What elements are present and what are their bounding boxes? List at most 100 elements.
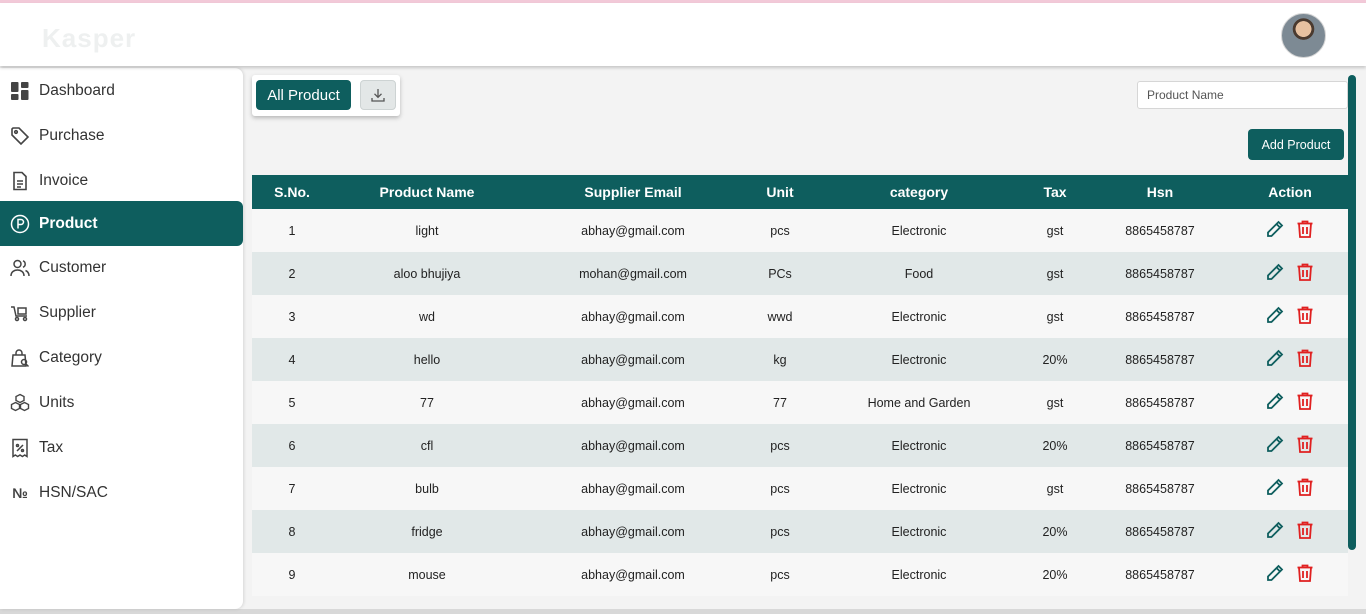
edit-button[interactable] [1265, 477, 1285, 497]
cell-sno: 3 [288, 309, 296, 324]
edit-button[interactable] [1265, 348, 1285, 368]
cell-action [1232, 510, 1348, 553]
cell-tax: 20% [1042, 567, 1068, 582]
cell-supplier-email: abhay@gmail.com [581, 395, 685, 410]
sidebar-item-label: Customer [39, 258, 107, 276]
delete-button[interactable] [1295, 348, 1315, 368]
table-row: 5 77 abhay@gmail.com 77 Home and Garden gst 88… [252, 381, 1348, 424]
horizontal-scrollbar[interactable] [0, 609, 1366, 614]
cell-product-name: aloo bhujiya [393, 266, 461, 281]
app-header: Kasper [0, 3, 1366, 66]
header-category: category [889, 184, 949, 200]
cell-unit: pcs [770, 567, 790, 582]
sidebar-item-supplier[interactable]: Supplier [0, 290, 243, 335]
cell-sno: 1 [288, 223, 296, 238]
cell-action [1232, 295, 1348, 338]
cell-product-name: wd [419, 309, 435, 324]
edit-button[interactable] [1265, 262, 1285, 282]
cell-tax: 20% [1042, 438, 1068, 453]
cell-hsn: 8865458787 [1125, 438, 1195, 453]
cell-tax: 20% [1042, 524, 1068, 539]
cell-unit: wwd [767, 309, 793, 324]
cell-unit: 77 [773, 395, 787, 410]
pencil-icon [1267, 263, 1284, 280]
cell-category: Food [904, 266, 934, 281]
pencil-icon [1267, 564, 1284, 581]
category-bag-icon [10, 348, 30, 368]
cell-unit: pcs [770, 438, 790, 453]
delete-button[interactable] [1295, 477, 1315, 497]
cell-supplier-email: abhay@gmail.com [581, 438, 685, 453]
tax-receipt-icon [10, 438, 30, 458]
edit-button[interactable] [1265, 391, 1285, 411]
cell-supplier-email: abhay@gmail.com [581, 567, 685, 582]
cell-supplier-email: abhay@gmail.com [581, 352, 685, 367]
trash-icon [1297, 564, 1313, 582]
cell-sno: 7 [288, 481, 296, 496]
cell-action [1232, 424, 1348, 467]
table-row: 9 mouse abhay@gmail.com pcs Electronic 20% 886… [252, 553, 1348, 596]
user-avatar[interactable] [1281, 13, 1326, 58]
invoice-icon [10, 171, 30, 191]
cell-action [1232, 338, 1348, 381]
delete-button[interactable] [1295, 520, 1315, 540]
sidebar-item-invoice[interactable]: Invoice [0, 158, 243, 203]
sidebar-item-dashboard[interactable]: Dashboard [0, 68, 243, 113]
cell-action [1232, 467, 1348, 510]
delete-button[interactable] [1295, 219, 1315, 239]
download-button[interactable] [360, 80, 396, 110]
cell-category: Electronic [891, 438, 947, 453]
sidebar-item-product[interactable]: Product [0, 201, 243, 246]
sidebar-item-label: Purchase [39, 126, 105, 144]
delete-button[interactable] [1295, 391, 1315, 411]
delete-button[interactable] [1295, 563, 1315, 583]
cell-sno: 5 [288, 395, 296, 410]
cell-unit: kg [773, 352, 787, 367]
delete-button[interactable] [1295, 434, 1315, 454]
cell-hsn: 8865458787 [1125, 567, 1195, 582]
cell-product-name: mouse [408, 567, 446, 582]
trash-icon [1297, 349, 1313, 367]
sidebar-item-hsn-sac[interactable]: № HSN/SAC [0, 470, 243, 515]
download-icon [371, 89, 385, 102]
add-product-button[interactable]: Add Product [1248, 129, 1344, 160]
sidebar-item-purchase[interactable]: Purchase [0, 113, 243, 158]
sidebar-item-customer[interactable]: Customer [0, 245, 243, 290]
sidebar: Dashboard Purchase Invoice Product Custo… [0, 68, 243, 609]
sidebar-item-tax[interactable]: Tax [0, 425, 243, 470]
cell-action [1232, 209, 1348, 252]
table-row: 6 cfl abhay@gmail.com pcs Electronic 20% 88654… [252, 424, 1348, 467]
sidebar-item-label: Invoice [39, 171, 89, 189]
delete-button[interactable] [1295, 305, 1315, 325]
tag-icon [10, 126, 30, 146]
edit-button[interactable] [1265, 305, 1285, 325]
cell-hsn: 8865458787 [1125, 266, 1195, 281]
vertical-scrollbar[interactable] [1348, 75, 1356, 550]
cell-hsn: 8865458787 [1125, 395, 1195, 410]
cell-hsn: 8865458787 [1125, 524, 1195, 539]
sidebar-item-units[interactable]: Units [0, 380, 243, 425]
product-search-input[interactable] [1137, 81, 1348, 109]
edit-button[interactable] [1265, 520, 1285, 540]
trash-icon [1297, 478, 1313, 496]
sidebar-item-label: Tax [39, 438, 64, 456]
sidebar-item-label: HSN/SAC [39, 483, 108, 501]
edit-button[interactable] [1265, 434, 1285, 454]
sidebar-item-category[interactable]: Category [0, 335, 243, 380]
delete-button[interactable] [1295, 262, 1315, 282]
cell-action [1232, 381, 1348, 424]
pencil-icon [1267, 478, 1284, 495]
cell-unit: pcs [770, 223, 790, 238]
edit-button[interactable] [1265, 219, 1285, 239]
cell-tax: gst [1046, 395, 1064, 410]
cell-hsn: 8865458787 [1125, 481, 1195, 496]
product-table: S.No. Product Name Supplier Email Unit c… [252, 175, 1348, 596]
all-product-button[interactable]: All Product [256, 80, 351, 110]
cell-tax: gst [1046, 309, 1064, 324]
cell-unit: pcs [770, 481, 790, 496]
edit-button[interactable] [1265, 563, 1285, 583]
table-header-row: S.No. Product Name Supplier Email Unit c… [252, 175, 1348, 209]
cell-action [1232, 553, 1348, 596]
header-supplier-email: Supplier Email [584, 184, 682, 200]
cell-product-name: hello [413, 352, 441, 367]
